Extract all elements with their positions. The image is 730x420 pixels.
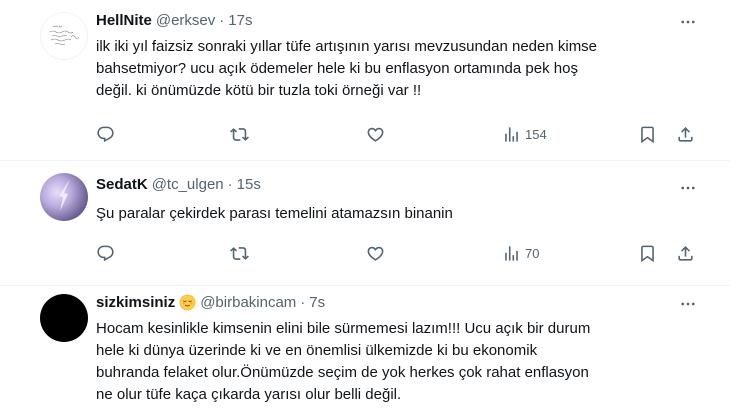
display-name[interactable]: SedatK [96,176,148,193]
separator-dot: · [227,176,233,193]
reply-button[interactable] [96,242,115,264]
display-name[interactable]: HellNite [96,12,152,29]
user-handle[interactable]: @tc_ulgen [152,176,224,193]
tweet-text: ilk iki yıl faizsiz sonraki yıllar tüfe … [96,38,598,99]
tweet[interactable]: HellNite @erksev · 17s ilk iki yıl faizs… [0,0,730,161]
views-button[interactable]: 70 [502,242,539,264]
views-button[interactable]: 154 [502,123,547,145]
reply-icon [97,245,114,261]
tweet-header: sizkimsiniz @birbakincam · 7s [96,294,325,311]
retweet-button[interactable] [230,242,249,264]
share-button[interactable] [676,242,695,264]
tweet-text: Hocam kesinlikle kimsenin elini bile sür… [96,320,591,403]
relieved-face-emoji-icon [179,294,196,311]
more-icon[interactable] [678,294,698,314]
timestamp[interactable]: 15s [237,176,261,193]
views-icon [505,126,518,142]
tweet-actions: 154 [96,123,700,145]
tweet[interactable]: sizkimsiniz @birbakincam · 7s Hocam kesi… [0,286,730,420]
user-handle[interactable]: @birbakincam [200,294,296,311]
avatar[interactable] [40,173,88,221]
display-name[interactable]: sizkimsiniz [96,294,175,311]
avatar-lightning-image [59,179,70,211]
reply-button[interactable] [96,123,115,145]
heart-icon [367,127,384,142]
more-icon[interactable] [678,12,698,32]
bookmark-icon [641,126,654,143]
avatar[interactable] [40,294,88,342]
views-count: 70 [525,245,540,261]
share-icon [678,126,693,142]
heart-icon [367,246,384,261]
tweet[interactable]: SedatK @tc_ulgen · 15s Şu paralar çekird… [0,161,730,286]
tweet-actions: 70 [96,242,700,264]
retweet-button[interactable] [230,123,249,145]
tweet-header: HellNite @erksev · 17s [96,12,252,29]
tweet-header: SedatK @tc_ulgen · 15s [96,176,261,193]
share-button[interactable] [676,123,695,145]
bookmark-button[interactable] [638,123,657,145]
views-icon [505,245,518,261]
like-button[interactable] [366,242,385,264]
bookmark-icon [641,245,654,262]
tweet-text: Şu paralar çekirdek parası temelini atam… [96,205,453,222]
more-icon[interactable] [678,178,698,198]
separator-dot: · [300,294,306,311]
avatar[interactable] [40,12,88,60]
timestamp[interactable]: 7s [309,294,325,311]
avatar-scribble-image [49,25,80,45]
views-count: 154 [525,126,547,142]
share-icon [678,245,693,261]
timestamp[interactable]: 17s [228,12,252,29]
retweet-icon [230,246,249,260]
bookmark-button[interactable] [638,242,657,264]
separator-dot: · [219,12,225,29]
user-handle[interactable]: @erksev [156,12,215,29]
reply-icon [97,126,114,142]
like-button[interactable] [366,123,385,145]
retweet-icon [230,127,249,141]
